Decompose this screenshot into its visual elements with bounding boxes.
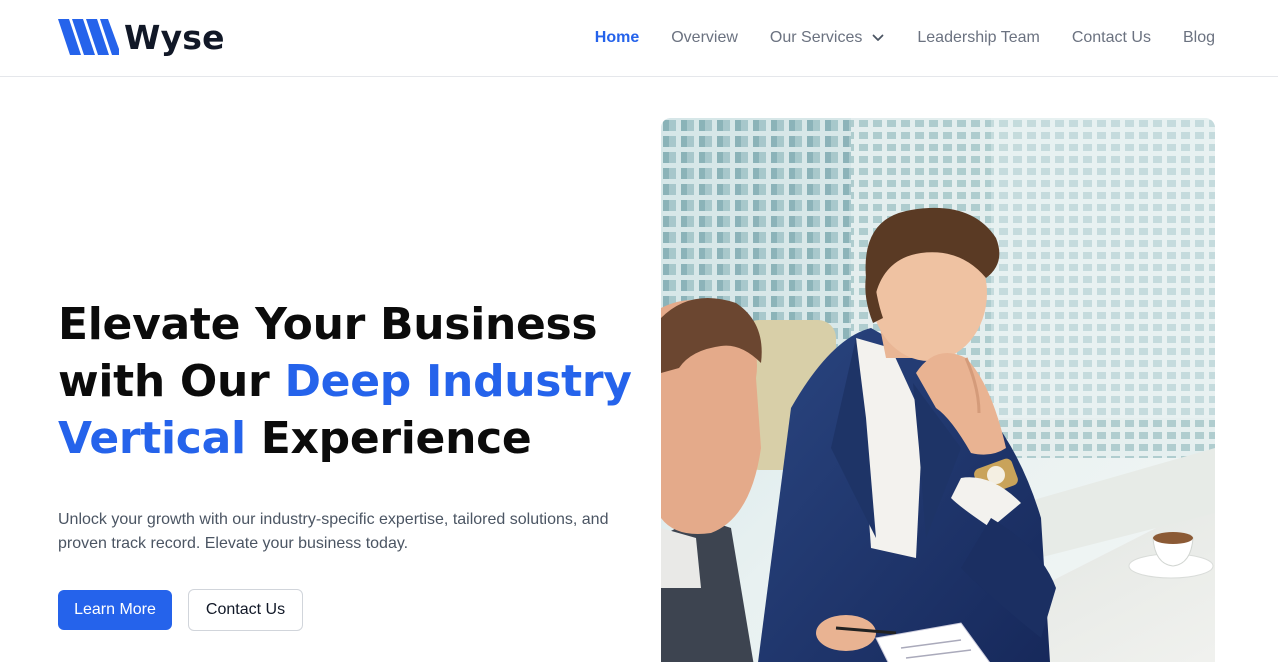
site-header: Wyse Home Overview Our Services Leadersh… [0, 0, 1278, 77]
nav-home[interactable]: Home [595, 29, 639, 47]
hero-title: Elevate Your Business with Our Deep Indu… [58, 296, 638, 467]
hero-title-part2: Experience [245, 413, 532, 464]
nav-leadership-team[interactable]: Leadership Team [917, 29, 1039, 47]
contact-us-button[interactable]: Contact Us [188, 589, 303, 631]
learn-more-button[interactable]: Learn More [58, 590, 172, 630]
nav-blog[interactable]: Blog [1183, 29, 1215, 47]
wyse-logo-icon [58, 19, 119, 55]
business-meeting-photo [661, 118, 1215, 662]
brand-logo[interactable]: Wyse [58, 18, 225, 56]
brand-name: Wyse [124, 17, 225, 57]
chevron-down-icon [872, 34, 884, 41]
hero-subtitle: Unlock your growth with our industry-spe… [58, 511, 609, 552]
nav-contact-us[interactable]: Contact Us [1072, 29, 1151, 47]
nav-overview[interactable]: Overview [671, 29, 738, 47]
nav-our-services[interactable]: Our Services [770, 29, 885, 47]
nav-our-services-label: Our Services [769, 29, 863, 46]
main-nav: Home Overview Our Services Leadership Te… [595, 0, 1215, 76]
